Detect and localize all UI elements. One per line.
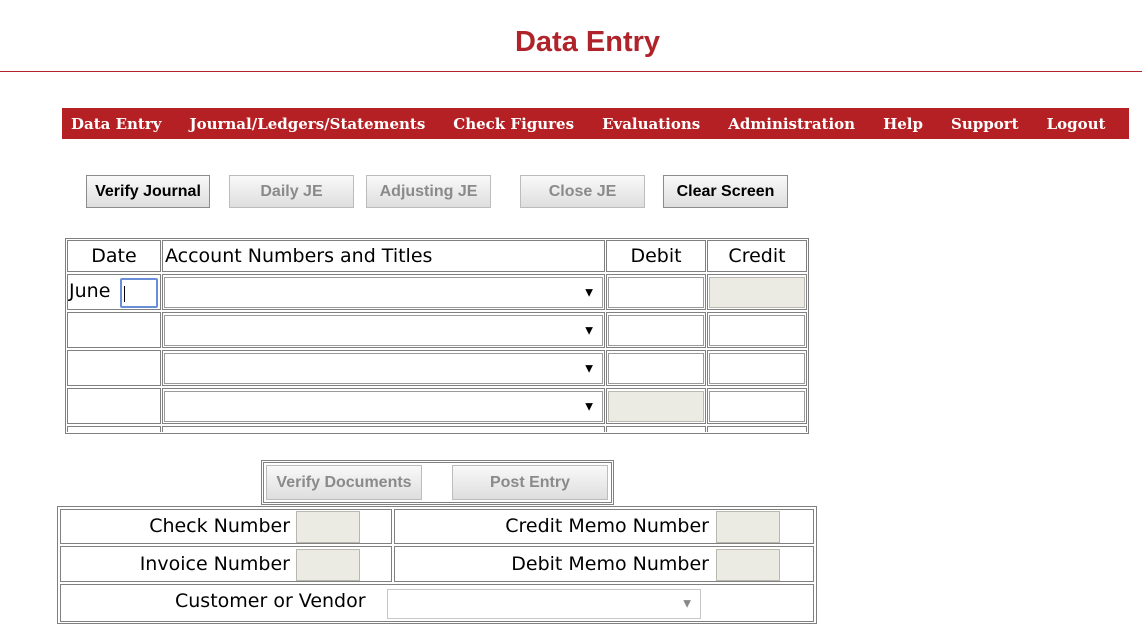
account-cell: ▼	[162, 350, 605, 386]
credit-cell	[707, 274, 807, 310]
nav-item-support[interactable]: Support	[951, 115, 1019, 133]
nav-item-help[interactable]: Help	[883, 115, 923, 133]
table-row-date-cell: June	[67, 274, 161, 310]
check-number-input[interactable]	[296, 511, 360, 543]
nav-item-evaluations[interactable]: Evaluations	[602, 115, 700, 133]
invoice-number-cell: Invoice Number	[60, 546, 392, 582]
nav-item-administration[interactable]: Administration	[728, 115, 855, 133]
clear-screen-button[interactable]: Clear Screen	[663, 175, 788, 208]
debit-cell	[606, 388, 706, 424]
debit-input[interactable]	[608, 277, 704, 308]
post-entry-button[interactable]: Post Entry	[452, 465, 608, 500]
check-number-label: Check Number	[149, 515, 290, 537]
debit-cell	[606, 426, 706, 432]
main-nav: Data Entry Journal/Ledgers/Statements Ch…	[62, 108, 1129, 139]
dropdown-arrow-icon: ▼	[683, 598, 691, 610]
close-je-button[interactable]: Close JE	[520, 175, 645, 208]
account-select[interactable]: ▼	[164, 277, 603, 308]
account-cell	[162, 426, 605, 432]
debit-input[interactable]	[608, 353, 704, 384]
dropdown-arrow-icon: ▼	[585, 401, 593, 412]
account-select[interactable]: ▼	[164, 391, 603, 422]
account-select[interactable]: ▼	[164, 353, 603, 384]
account-cell: ▼	[162, 274, 605, 310]
text-cursor	[124, 286, 125, 302]
credit-cell	[707, 312, 807, 348]
column-header-debit: Debit	[606, 240, 706, 272]
nav-item-data-entry[interactable]: Data Entry	[71, 115, 161, 133]
credit-input[interactable]	[709, 315, 805, 346]
debit-cell	[606, 350, 706, 386]
debit-memo-cell: Debit Memo Number	[394, 546, 814, 582]
credit-cell	[707, 426, 807, 432]
account-select[interactable]: ▼	[164, 315, 603, 346]
date-day-input[interactable]	[120, 278, 158, 308]
credit-input[interactable]	[709, 353, 805, 384]
debit-cell	[606, 312, 706, 348]
verify-documents-button[interactable]: Verify Documents	[266, 465, 422, 500]
table-row-date-cell	[67, 426, 161, 432]
table-row-date-cell	[67, 388, 161, 424]
customer-vendor-cell: Customer or Vendor ▼	[60, 584, 814, 622]
dropdown-arrow-icon: ▼	[585, 363, 593, 374]
customer-vendor-select[interactable]: ▼	[387, 589, 701, 619]
credit-memo-number-label: Credit Memo Number	[505, 515, 709, 537]
column-header-account: Account Numbers and Titles	[162, 240, 605, 272]
nav-item-check-figures[interactable]: Check Figures	[453, 115, 574, 133]
credit-memo-number-input[interactable]	[716, 511, 780, 543]
debit-memo-number-input[interactable]	[716, 549, 780, 581]
credit-input-disabled[interactable]	[709, 277, 805, 308]
account-cell: ▼	[162, 388, 605, 424]
customer-or-vendor-label: Customer or Vendor	[175, 590, 366, 612]
invoice-number-input[interactable]	[296, 549, 360, 581]
credit-input[interactable]	[709, 391, 805, 422]
nav-item-journal-ledgers-statements[interactable]: Journal/Ledgers/Statements	[189, 115, 425, 133]
page-title: Data Entry	[514, 26, 661, 58]
adjusting-je-button[interactable]: Adjusting JE	[366, 175, 491, 208]
dropdown-arrow-icon: ▼	[585, 325, 593, 336]
account-cell: ▼	[162, 312, 605, 348]
debit-input[interactable]	[608, 315, 704, 346]
check-number-cell: Check Number	[60, 509, 392, 544]
credit-cell	[707, 388, 807, 424]
date-month-label: June	[69, 280, 111, 302]
verify-journal-button[interactable]: Verify Journal	[86, 175, 210, 208]
credit-memo-cell: Credit Memo Number	[394, 509, 814, 544]
debit-memo-number-label: Debit Memo Number	[511, 553, 709, 575]
title-divider	[0, 71, 1142, 72]
table-row-date-cell	[67, 312, 161, 348]
debit-cell	[606, 274, 706, 310]
column-header-credit: Credit	[707, 240, 807, 272]
table-row-date-cell	[67, 350, 161, 386]
column-header-date: Date	[67, 240, 161, 272]
debit-input-disabled[interactable]	[608, 391, 704, 422]
credit-cell	[707, 350, 807, 386]
nav-item-logout[interactable]: Logout	[1047, 115, 1106, 133]
invoice-number-label: Invoice Number	[139, 553, 290, 575]
dropdown-arrow-icon: ▼	[585, 287, 593, 298]
daily-je-button[interactable]: Daily JE	[229, 175, 354, 208]
